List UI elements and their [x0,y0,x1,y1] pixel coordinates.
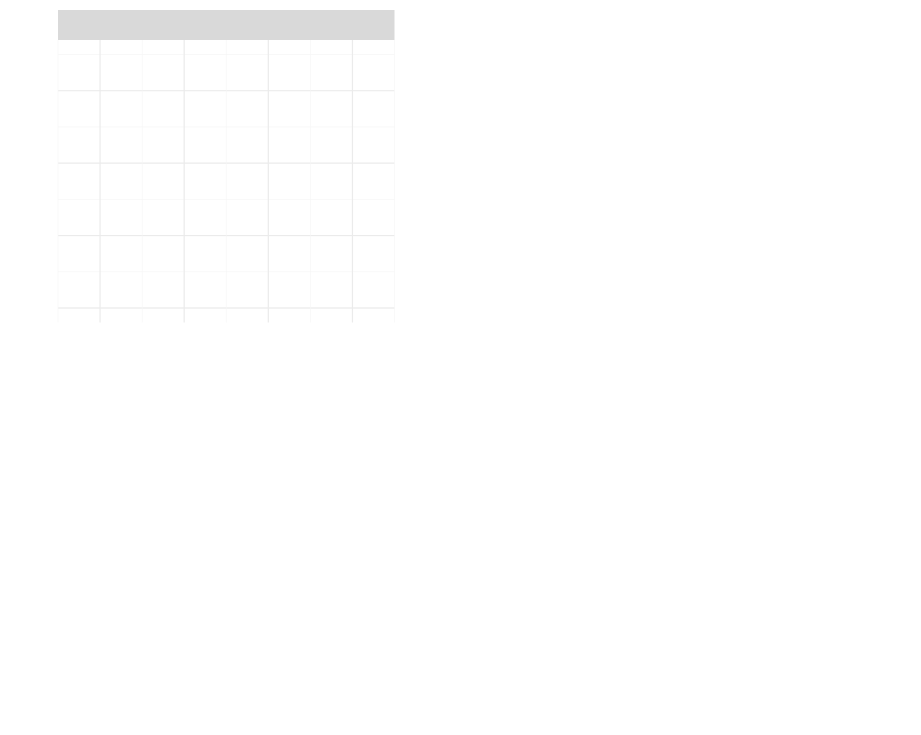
faceted-box-chart [0,0,921,735]
